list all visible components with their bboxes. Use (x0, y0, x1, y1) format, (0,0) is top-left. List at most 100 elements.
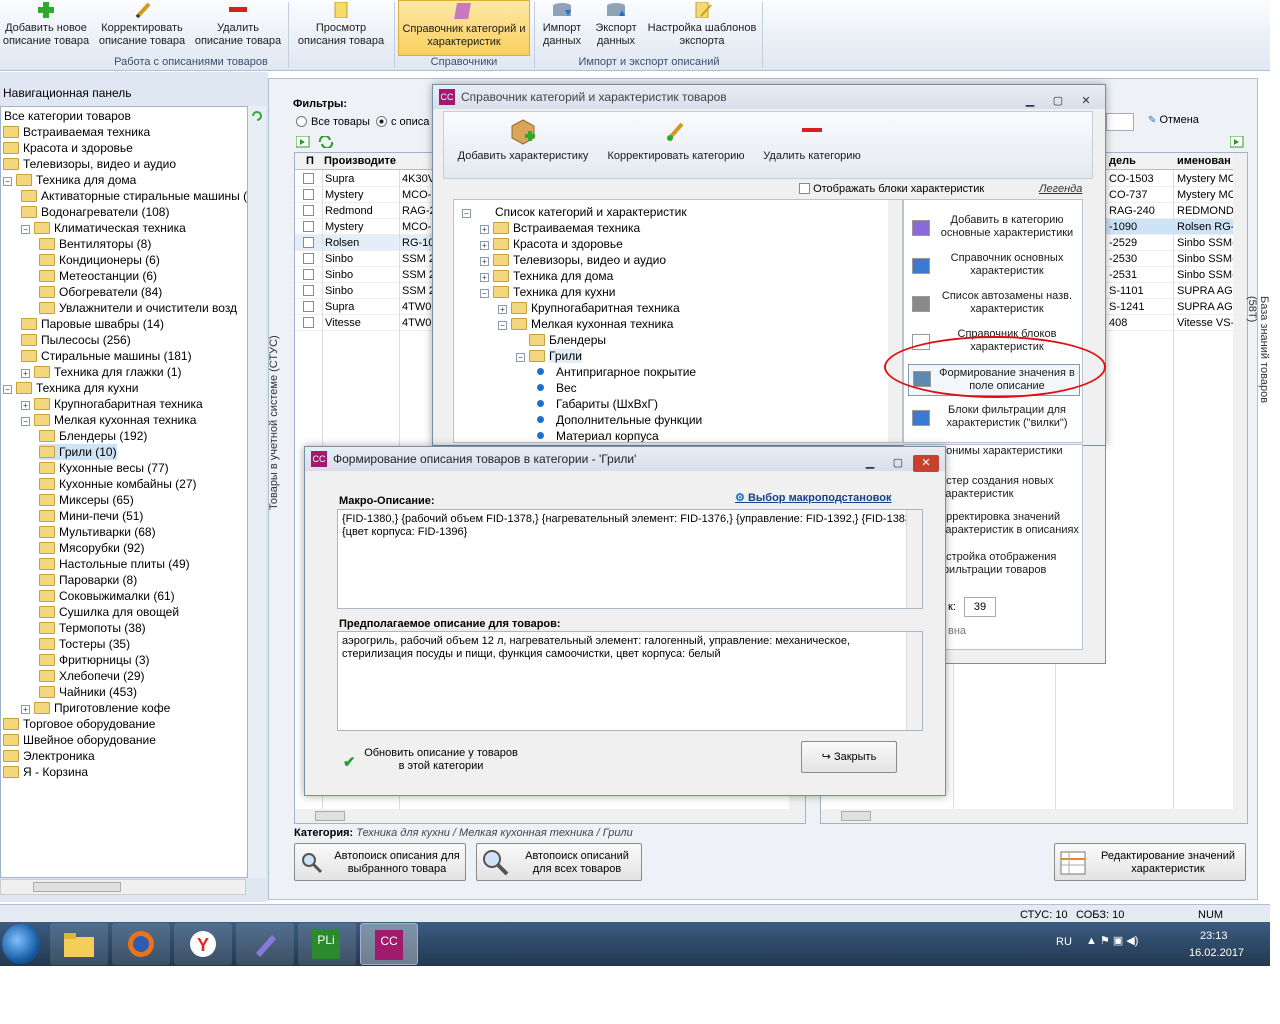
nav-item[interactable]: Паровые швабры (14) (21, 316, 164, 332)
nav-item[interactable]: Обогреватели (84) (39, 284, 162, 300)
preview-scrollbar[interactable] (906, 632, 922, 730)
nav-item[interactable]: − Техника для дома (3, 172, 136, 188)
nav-item[interactable]: Активаторные стиральные машины ( (21, 188, 247, 204)
search-input[interactable] (1106, 113, 1134, 131)
radio-desc[interactable] (376, 116, 387, 127)
taskbar-explorer[interactable] (50, 923, 108, 965)
radio-all-wrap[interactable]: Все товары (296, 116, 370, 128)
expand-toggle-icon[interactable]: − (3, 385, 12, 394)
cancel-button[interactable]: ✎ Отмена (1148, 114, 1199, 126)
view-description-button[interactable]: Просмотр описания товара (292, 0, 390, 56)
nav-item[interactable]: Увлажнители и очистители возд (39, 300, 237, 316)
side-action-7[interactable]: астер создания новых характеристик (940, 475, 1080, 501)
nav-item[interactable]: Фритюрницы (3) (39, 652, 150, 668)
categories-reference-button[interactable]: Справочник категорий и характеристик (398, 0, 530, 56)
nav-item[interactable]: Грили (10) (39, 444, 117, 460)
nav-item[interactable]: Стиральные машины (181) (21, 348, 192, 364)
row-checkbox[interactable] (303, 301, 314, 312)
nav-item[interactable]: Чайники (453) (39, 684, 137, 700)
refresh-icon[interactable] (250, 109, 264, 126)
nav-item[interactable]: Хлебопечи (29) (39, 668, 145, 684)
nav-item[interactable]: Сушилка для овощей (39, 604, 179, 620)
nav-item[interactable]: Торговое оборудование (3, 716, 155, 732)
legend-link[interactable]: Легенда (1039, 183, 1082, 195)
scroll-thumb[interactable] (841, 811, 871, 821)
nav-item[interactable]: − Техника для кухни (3, 380, 138, 396)
add-characteristic-button[interactable]: Добавить характеристику (452, 116, 594, 163)
nav-item[interactable]: Телевизоры, видео и аудио (3, 156, 176, 172)
tree-vscrollbar[interactable] (888, 200, 902, 442)
add-description-button[interactable]: Добавить новое описание товара (0, 0, 92, 56)
expand-toggle-icon[interactable]: − (498, 321, 507, 330)
grid-settings-icon[interactable] (1229, 135, 1244, 151)
language-indicator[interactable]: RU (1056, 936, 1072, 948)
row-checkbox[interactable] (303, 173, 314, 184)
maximize-button[interactable]: ▢ (1045, 93, 1071, 110)
import-button[interactable]: Импорт данных (538, 0, 586, 56)
nav-item[interactable]: Метеостанции (6) (39, 268, 157, 284)
clock-time[interactable]: 23:13 (1200, 930, 1228, 942)
expand-toggle-icon[interactable]: − (462, 209, 471, 218)
side-action-1[interactable]: Справочник основных характеристик (908, 252, 1080, 278)
edit-values-button[interactable]: Редактирование значений характеристик (1054, 843, 1246, 881)
side-action-8[interactable]: орректировка значений характеристик в оп… (940, 511, 1080, 537)
nav-item[interactable]: + Крупногабаритная техника (21, 396, 203, 412)
update-descriptions-button[interactable]: ✔ Обновить описание у товаров в этой кат… (343, 747, 518, 775)
row-checkbox[interactable] (303, 269, 314, 280)
nav-item[interactable]: + Техника для глажки (1) (21, 364, 182, 380)
minimize-button[interactable]: ▁ (1017, 93, 1043, 110)
nav-tree[interactable]: Все категории товаров Встраиваемая техник… (0, 106, 248, 878)
category-tree-item[interactable]: − Список категорий и характеристик (462, 204, 687, 220)
nav-item[interactable]: Миксеры (65) (39, 492, 134, 508)
nav-item[interactable]: Все категории товаров (4, 108, 131, 124)
expand-toggle-icon[interactable]: + (21, 705, 30, 714)
category-tree-item[interactable]: − Мелкая кухонная техника (498, 316, 673, 332)
nav-item[interactable]: Пароварки (8) (39, 572, 137, 588)
category-tree-item[interactable]: Дополнительные функции (534, 412, 702, 428)
col-manufacturer-header[interactable]: Производите (324, 153, 396, 169)
nav-item[interactable]: + Приготовление кофе (21, 700, 170, 716)
nav-item[interactable]: Тостеры (35) (39, 636, 130, 652)
grid-settings-icon[interactable] (295, 135, 310, 151)
side-action-2[interactable]: Список автозамены назв. характеристик (908, 290, 1080, 316)
export-button[interactable]: Экспорт данных (590, 0, 642, 56)
taskbar-tool[interactable] (236, 923, 294, 965)
side-action-5[interactable]: Блоки фильтрации для характеристик ("вил… (908, 404, 1080, 430)
category-tree-item[interactable]: + Крупногабаритная техника (498, 300, 680, 316)
nav-item[interactable]: Водонагреватели (108) (21, 204, 169, 220)
col-name-header[interactable]: именован (1177, 153, 1231, 169)
category-tree-item[interactable]: − Техника для кухни (480, 284, 615, 300)
radio-desc-wrap[interactable]: с описа (376, 116, 429, 128)
col-model-header[interactable]: дель (1109, 153, 1136, 169)
nav-hscrollbar[interactable] (0, 879, 246, 895)
close-button[interactable]: ✕ (913, 455, 939, 472)
macro-scrollbar[interactable] (906, 510, 922, 608)
category-tree-item[interactable]: Габариты (ШхВхГ) (534, 396, 658, 412)
start-button[interactable] (2, 924, 40, 964)
expand-toggle-icon[interactable]: − (3, 177, 12, 186)
category-tree-item[interactable]: + Встраиваемая техника (480, 220, 640, 236)
nav-item[interactable]: Кондиционеры (6) (39, 252, 160, 268)
maximize-button[interactable]: ▢ (885, 455, 911, 472)
expand-toggle-icon[interactable]: − (21, 225, 30, 234)
macro-link[interactable]: ⚙ Выбор макроподстановок (735, 491, 892, 504)
nav-item[interactable]: Пылесосы (256) (21, 332, 131, 348)
count-value[interactable]: 39 (964, 597, 996, 617)
nav-item[interactable]: Блендеры (192) (39, 428, 147, 444)
nav-item[interactable]: Вентиляторы (8) (39, 236, 151, 252)
row-checkbox[interactable] (303, 253, 314, 264)
preview-textarea[interactable]: аэрогриль, рабочий объем 12 л, нагревате… (337, 631, 923, 731)
category-tree-item[interactable]: Антипригарное покрытие (534, 364, 696, 380)
row-checkbox[interactable] (303, 237, 314, 248)
scroll-thumb[interactable] (33, 882, 121, 892)
stus-side-tab[interactable]: Товары в учетной системе (СТУС) (268, 320, 288, 510)
close-dialog-button[interactable]: ↪ Закрыть (801, 741, 897, 773)
side-action-9[interactable]: астройка отображения фильтрации товаров (940, 551, 1080, 577)
nav-item[interactable]: Кухонные весы (77) (39, 460, 169, 476)
scroll-thumb[interactable] (315, 811, 345, 821)
expand-toggle-icon[interactable]: + (21, 401, 30, 410)
nav-item[interactable]: Термопоты (38) (39, 620, 146, 636)
expand-toggle-icon[interactable]: + (480, 225, 489, 234)
kb-vscrollbar[interactable] (1233, 153, 1247, 809)
row-checkbox[interactable] (303, 189, 314, 200)
